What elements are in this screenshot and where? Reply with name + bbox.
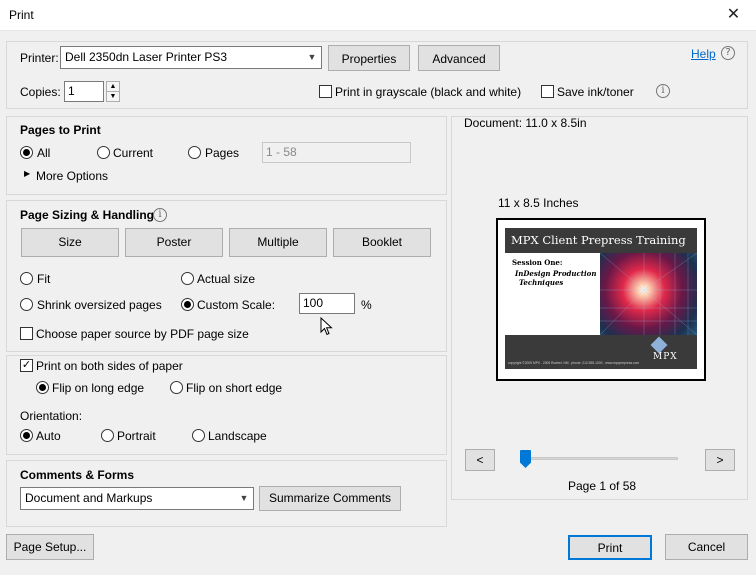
slide-logo-text: MPX [653, 352, 678, 362]
custom-scale-label: Custom Scale: [197, 298, 276, 312]
pages-range-label: Pages [205, 146, 240, 160]
expand-triangle-icon[interactable]: ▶ [24, 169, 30, 178]
stepper-down-icon[interactable]: ▼ [107, 92, 119, 101]
cancel-button[interactable]: Cancel [665, 534, 748, 560]
comments-forms-select[interactable]: Document and Markups ▼ [20, 487, 254, 510]
stepper-up-icon[interactable]: ▲ [107, 82, 119, 92]
slide-thumbnail: MPX Client Prepress Training Session One… [505, 228, 697, 369]
percent-label: % [361, 298, 372, 312]
save-ink-checkbox[interactable] [541, 85, 554, 98]
tab-multiple[interactable]: Multiple [229, 228, 327, 257]
both-sides-label: Print on both sides of paper [36, 359, 183, 373]
portrait-label: Portrait [117, 429, 156, 443]
portrait-radio[interactable] [101, 429, 114, 442]
paper-source-checkbox[interactable] [20, 327, 33, 340]
pages-all-radio[interactable] [20, 146, 33, 159]
advanced-button[interactable]: Advanced [418, 45, 500, 71]
printer-label: Printer: [20, 51, 59, 65]
info-icon[interactable]: i [656, 84, 670, 98]
close-icon[interactable]: ✕ [711, 0, 756, 31]
copies-label: Copies: [20, 85, 61, 99]
properties-button[interactable]: Properties [328, 45, 410, 71]
chevron-down-icon: ▼ [239, 493, 249, 503]
prev-page-button[interactable]: < [465, 449, 495, 471]
comments-forms-value: Document and Markups [25, 491, 153, 505]
page-setup-button[interactable]: Page Setup... [6, 534, 94, 560]
long-edge-label: Flip on long edge [52, 381, 145, 395]
help-question-icon[interactable]: ? [721, 46, 735, 60]
orientation-heading: Orientation: [20, 409, 83, 423]
window-title: Print [9, 8, 34, 22]
save-ink-label: Save ink/toner [557, 85, 634, 99]
pages-current-radio[interactable] [97, 146, 110, 159]
slide-subtitle-1: InDesign Production [515, 269, 597, 278]
pages-range-radio[interactable] [188, 146, 201, 159]
copies-input[interactable]: 1 [64, 81, 104, 102]
slide-title: MPX Client Prepress Training [511, 233, 686, 247]
long-edge-radio[interactable] [36, 381, 49, 394]
page-status: Page 1 of 58 [568, 479, 637, 493]
both-sides-checkbox[interactable]: ✓ [20, 359, 33, 372]
tab-poster[interactable]: Poster [125, 228, 223, 257]
print-button[interactable]: Print [568, 535, 652, 560]
shrink-radio[interactable] [20, 298, 33, 311]
printer-select-value: Dell 2350dn Laser Printer PS3 [65, 50, 228, 64]
slide-logo-icon [650, 336, 668, 354]
tab-size[interactable]: Size [21, 228, 119, 257]
auto-label: Auto [36, 429, 61, 443]
actual-size-label: Actual size [197, 272, 256, 286]
grayscale-label: Print in grayscale (black and white) [335, 85, 522, 99]
auto-radio[interactable] [20, 429, 33, 442]
grayscale-checkbox[interactable] [319, 85, 332, 98]
slide-subtitle-2: Techniques [519, 278, 564, 287]
sheet-size-label: 11 x 8.5 Inches [498, 196, 579, 210]
summarize-comments-button[interactable]: Summarize Comments [259, 486, 401, 511]
short-edge-label: Flip on short edge [186, 381, 283, 395]
landscape-radio[interactable] [192, 429, 205, 442]
next-page-button[interactable]: > [705, 449, 735, 471]
actual-size-radio[interactable] [181, 272, 194, 285]
slide-session: Session One: [512, 258, 563, 267]
page-sizing-info-icon[interactable]: i [153, 208, 167, 222]
pages-to-print-heading: Pages to Print [20, 123, 101, 137]
title-bar: Print ✕ [0, 0, 756, 31]
mouse-cursor-icon [320, 317, 333, 336]
fit-radio[interactable] [20, 272, 33, 285]
page-preview: MPX Client Prepress Training Session One… [496, 218, 706, 381]
comments-forms-heading: Comments & Forms [20, 468, 135, 482]
paper-source-label: Choose paper source by PDF page size [36, 327, 249, 341]
chevron-down-icon: ▼ [307, 52, 317, 62]
short-edge-radio[interactable] [170, 381, 183, 394]
document-size-label: Document: 11.0 x 8.5in [464, 116, 587, 130]
pages-range-input[interactable]: 1 - 58 [262, 142, 411, 163]
printer-select[interactable]: Dell 2350dn Laser Printer PS3 ▼ [60, 46, 322, 69]
tab-booklet[interactable]: Booklet [333, 228, 431, 257]
slide-graphic [600, 253, 697, 335]
page-sizing-heading: Page Sizing & Handling [20, 208, 155, 222]
more-options-toggle[interactable]: More Options [36, 169, 108, 183]
slide-text-area: Session One: InDesign Production Techniq… [505, 253, 600, 335]
pages-current-label: Current [113, 146, 154, 160]
slide-footer: copyright ©2005 MPX ∙ 2005 Ruebel, NM ∙ … [508, 361, 640, 365]
slide-grid-graphic [600, 253, 697, 335]
pages-all-label: All [37, 146, 51, 160]
landscape-label: Landscape [208, 429, 267, 443]
custom-scale-input[interactable]: 100 [299, 293, 355, 314]
help-link[interactable]: Help [691, 47, 716, 61]
page-slider-track[interactable] [523, 457, 678, 460]
copies-stepper[interactable]: ▲ ▼ [106, 81, 120, 102]
shrink-label: Shrink oversized pages [37, 298, 162, 312]
fit-label: Fit [37, 272, 51, 286]
custom-scale-radio[interactable] [181, 298, 194, 311]
